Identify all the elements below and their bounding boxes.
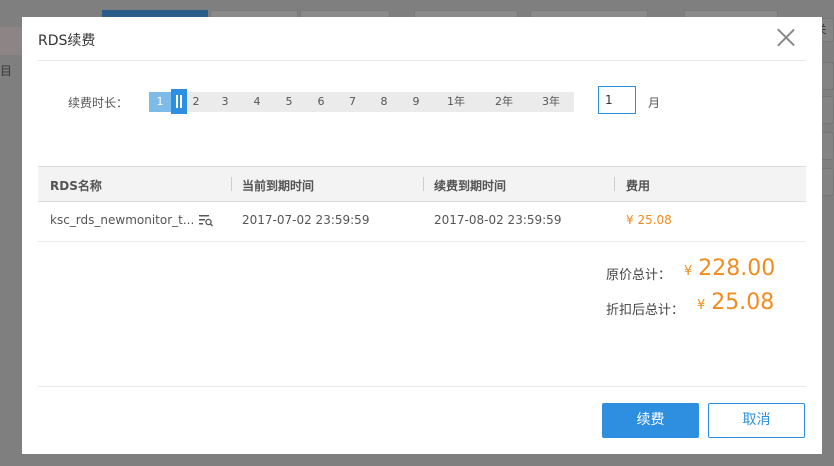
duration-option[interactable]: 3 xyxy=(209,92,241,112)
duration-option[interactable]: 9 xyxy=(400,92,432,112)
divider xyxy=(38,60,806,61)
column-header: RDS名称 xyxy=(50,179,102,193)
original-total-label: 原价总计： xyxy=(606,268,672,283)
duration-option[interactable]: 7 xyxy=(337,92,368,112)
currency-symbol: ¥ xyxy=(697,298,706,313)
divider xyxy=(38,386,806,387)
column-separator xyxy=(231,177,232,191)
column-header: 费用 xyxy=(626,179,651,193)
close-icon[interactable] xyxy=(776,27,796,47)
cancel-button[interactable]: 取消 xyxy=(708,403,805,438)
duration-label: 续费时长： xyxy=(68,96,129,110)
table-header: RDS名称 当前到期时间 续费到期时间 费用 xyxy=(38,166,806,202)
detail-search-icon[interactable] xyxy=(199,214,213,227)
original-total-amount: 228.00 xyxy=(698,256,776,281)
duration-option[interactable]: 1 xyxy=(149,92,171,112)
duration-option[interactable]: 5 xyxy=(273,92,305,112)
duration-slider[interactable]: 1 2 3 4 5 6 7 8 9 1年 2年 3年 xyxy=(149,89,574,114)
discount-total-label: 折扣后总计： xyxy=(606,303,685,318)
column-separator xyxy=(614,177,615,191)
discount-total-amount: 25.08 xyxy=(711,290,775,315)
duration-option[interactable]: 6 xyxy=(305,92,337,112)
duration-option[interactable]: 4 xyxy=(241,92,273,112)
column-separator xyxy=(423,177,424,191)
currency-symbol: ¥ xyxy=(684,264,693,279)
duration-option[interactable]: 2年 xyxy=(480,92,528,112)
table-row: ksc_rds_newmonitor_t... 2017-07-02 23:59… xyxy=(38,201,806,242)
rds-name: ksc_rds_newmonitor_t... xyxy=(50,213,195,227)
background-sidebar-text: 目 xyxy=(0,64,13,78)
renew-dialog: RDS续费 续费时长： 1 2 3 4 5 6 7 8 9 1年 2年 3年 月… xyxy=(22,17,822,454)
column-header: 续费到期时间 xyxy=(434,179,507,193)
discount-total-value: ¥25.08 xyxy=(697,290,774,315)
duration-option[interactable]: 3年 xyxy=(528,92,574,112)
duration-option[interactable]: 8 xyxy=(368,92,400,112)
background-sidebar-item xyxy=(0,27,22,55)
dialog-title: RDS续费 xyxy=(38,33,96,49)
slider-handle[interactable] xyxy=(171,89,187,114)
duration-months-input[interactable] xyxy=(598,86,636,114)
renewal-expiry: 2017-08-02 23:59:59 xyxy=(434,213,562,227)
duration-option[interactable]: 1年 xyxy=(432,92,480,112)
renew-button[interactable]: 续费 xyxy=(602,403,699,438)
month-unit-label: 月 xyxy=(648,96,661,110)
original-total-value: ¥228.00 xyxy=(684,256,775,281)
column-header: 当前到期时间 xyxy=(242,179,315,193)
fee: ¥ 25.08 xyxy=(626,213,672,227)
current-expiry: 2017-07-02 23:59:59 xyxy=(242,213,370,227)
